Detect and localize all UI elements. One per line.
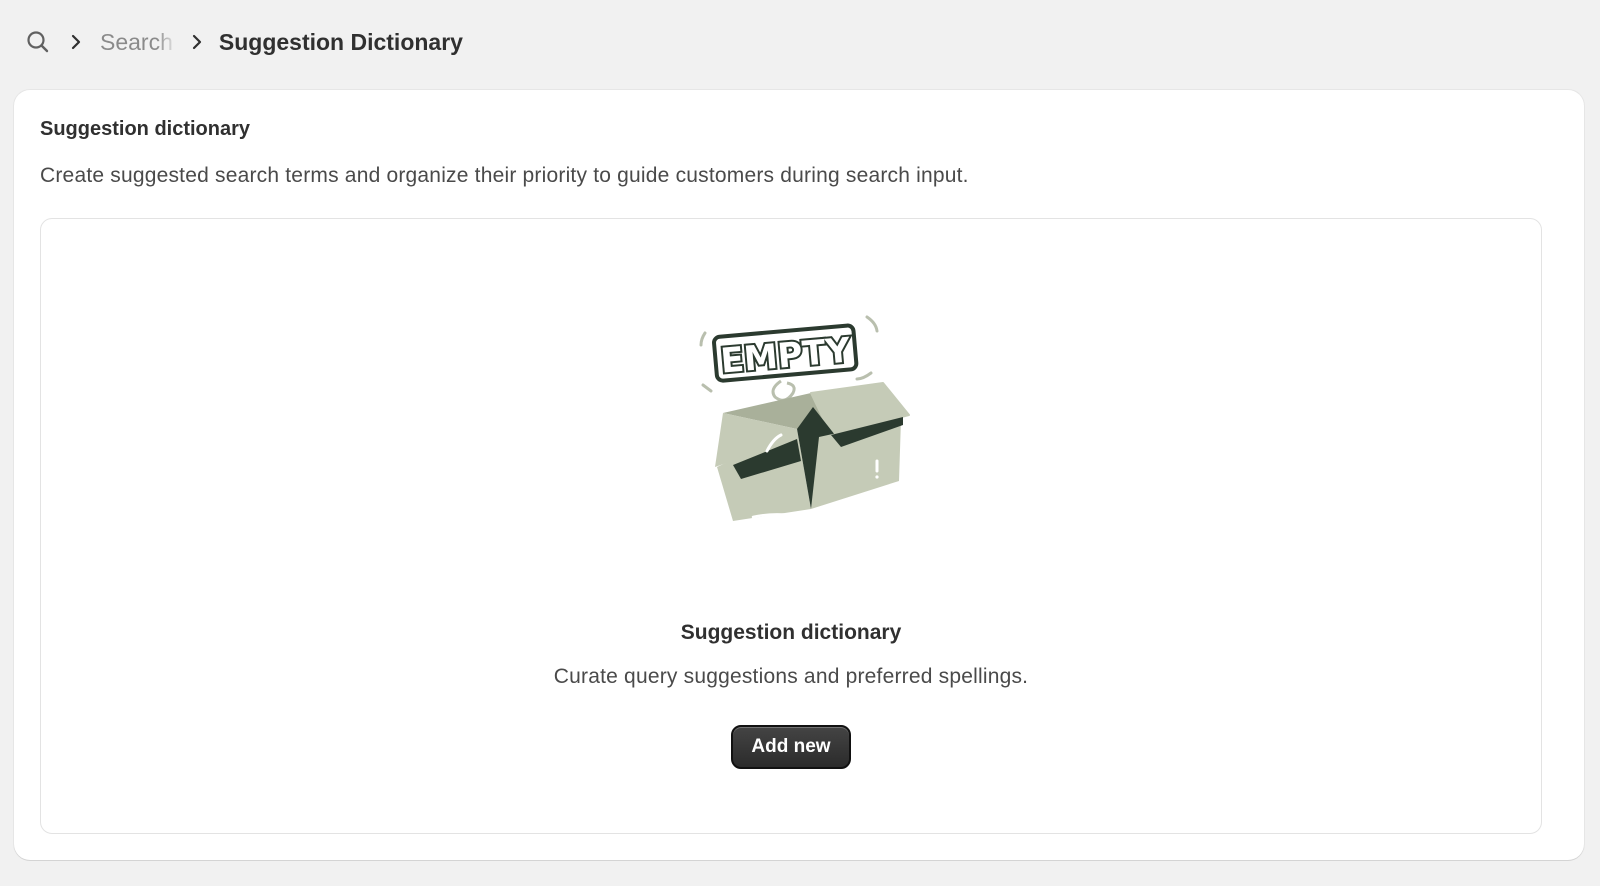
card-title: Suggestion dictionary bbox=[40, 118, 251, 140]
chevron-right-icon bbox=[187, 32, 207, 52]
search-icon[interactable] bbox=[24, 28, 52, 56]
empty-box-illustration: EMPTY bbox=[671, 311, 911, 531]
card-description: Create suggested search terms and organi… bbox=[40, 164, 969, 187]
page-title: Suggestion Dictionary bbox=[218, 28, 463, 55]
chevron-right-icon bbox=[66, 32, 86, 52]
breadcrumb: Search Suggestion Dictionary bbox=[24, 22, 463, 62]
breadcrumb-link-search[interactable]: Search bbox=[100, 29, 173, 56]
add-new-button[interactable]: Add new bbox=[731, 725, 851, 769]
empty-state-description: Curate query suggestions and preferred s… bbox=[553, 665, 1029, 688]
suggestion-dictionary-card: Suggestion dictionary Create suggested s… bbox=[14, 90, 1584, 860]
empty-state-title: Suggestion dictionary bbox=[680, 621, 902, 644]
empty-state: EMPTY Suggestion dictionary Curate query… bbox=[40, 218, 1542, 834]
